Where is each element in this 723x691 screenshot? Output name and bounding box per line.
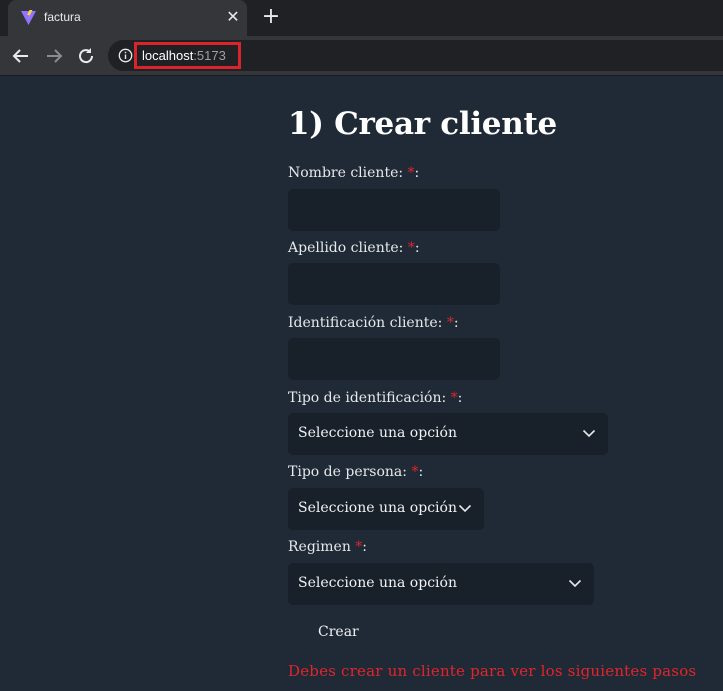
url-port: :5173 xyxy=(193,48,226,63)
apellido-label: Apellido cliente: *: xyxy=(288,240,420,256)
apellido-input[interactable] xyxy=(288,263,500,305)
identificacion-input[interactable] xyxy=(288,338,500,380)
browser-tab[interactable]: factura ✕ xyxy=(8,0,247,36)
label-suffix: : xyxy=(457,390,463,406)
new-tab-icon[interactable]: + xyxy=(260,6,282,28)
required-marker: * xyxy=(407,240,415,256)
label-suffix: : xyxy=(362,539,368,555)
label-suffix: : xyxy=(418,464,424,480)
crear-button[interactable]: Crear xyxy=(318,624,359,640)
tipo-identificacion-label: Tipo de identificación: *: xyxy=(288,390,462,406)
regimen-label-text: Regimen xyxy=(288,539,356,555)
label-suffix: : xyxy=(414,240,420,256)
regimen-selected: Seleccione una opción xyxy=(298,575,457,591)
nombre-label-text: Nombre cliente: xyxy=(288,165,408,181)
label-suffix: : xyxy=(453,315,459,331)
required-marker: * xyxy=(450,390,458,406)
tipo-identificacion-label-text: Tipo de identificación: xyxy=(288,390,451,406)
required-marker: * xyxy=(407,165,415,181)
browser-toolbar: localhost:5173 xyxy=(0,36,723,75)
tipo-identificacion-selected: Seleccione una opción xyxy=(298,425,457,441)
tipo-identificacion-select[interactable]: Seleccione una opción xyxy=(288,413,608,455)
chevron-down-icon xyxy=(568,579,582,588)
address-bar[interactable]: localhost:5173 xyxy=(108,40,723,71)
tipo-persona-label: Tipo de persona: *: xyxy=(288,464,423,480)
tab-title: factura xyxy=(44,10,81,24)
chevron-down-icon xyxy=(582,429,596,438)
url-text[interactable]: localhost:5173 xyxy=(134,42,241,69)
label-suffix: : xyxy=(414,165,420,181)
identificacion-label-text: Identificación cliente: xyxy=(288,315,447,331)
page-title: 1) Crear cliente xyxy=(288,106,557,142)
apellido-label-text: Apellido cliente: xyxy=(288,240,408,256)
reload-icon[interactable] xyxy=(75,45,97,67)
tipo-persona-select[interactable]: Seleccione una opción xyxy=(288,488,484,530)
nombre-label: Nombre cliente: *: xyxy=(288,165,419,181)
back-arrow-icon[interactable] xyxy=(10,45,32,67)
identificacion-label: Identificación cliente: *: xyxy=(288,315,459,331)
regimen-select[interactable]: Seleccione una opción xyxy=(288,563,594,605)
regimen-label: Regimen *: xyxy=(288,539,367,555)
chevron-down-icon xyxy=(458,504,472,513)
forward-arrow-icon[interactable] xyxy=(43,45,65,67)
required-marker: * xyxy=(446,315,454,331)
warning-message: Debes crear un cliente para ver los sigu… xyxy=(288,662,697,680)
browser-tab-bar: factura ✕ + xyxy=(0,0,723,36)
url-host: localhost xyxy=(142,48,194,63)
vite-logo-icon xyxy=(21,10,36,25)
tipo-persona-label-text: Tipo de persona: xyxy=(288,464,412,480)
create-client-form: 1) Crear cliente Nombre cliente: *: Apel… xyxy=(288,76,723,691)
info-icon[interactable] xyxy=(118,48,133,63)
tipo-persona-selected: Seleccione una opción xyxy=(298,500,457,516)
nombre-input[interactable] xyxy=(288,189,500,231)
close-tab-icon[interactable]: ✕ xyxy=(224,8,242,26)
